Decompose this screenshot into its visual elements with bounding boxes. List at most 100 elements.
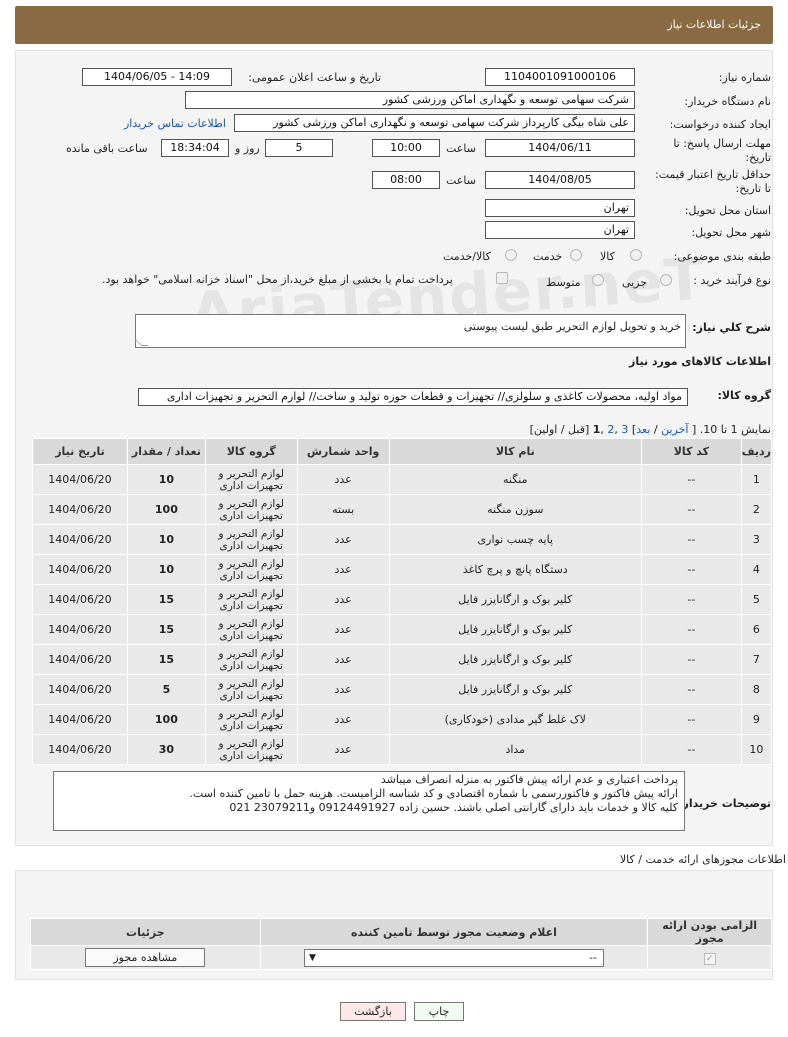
col-index: ردیف <box>740 438 773 465</box>
pagination: نمایش 1 تا 10. [ آخرین / بعد] 3 ,2 ,1 [ق… <box>529 423 771 436</box>
min-price-label-date: تا تاریخ: <box>735 182 771 195</box>
need-number-label: شماره نیاز: <box>718 71 771 84</box>
cell-name: کلیر بوک و ارگانایزر فایل <box>388 614 643 645</box>
cell-name: مداد <box>388 734 643 765</box>
cell-date: 1404/06/20 <box>32 704 128 735</box>
treasury-checkbox[interactable] <box>496 272 508 284</box>
cell-group: لوازم التحریر و تجهیزات اداری <box>204 704 298 735</box>
category-radio-goods[interactable] <box>630 249 642 261</box>
table-row: 1 -- منگنه عدد لوازم التحریر و تجهیزات اداری… <box>32 464 773 495</box>
requester-label: ایجاد کننده درخواست: <box>669 118 771 131</box>
buyer-note-line-3: کلیه کالا و خدمات باید دارای گارانتی اصل… <box>229 801 678 814</box>
back-button[interactable]: بازگشت <box>340 1002 406 1021</box>
announce-datetime-field: 1404/06/05 - 14:09 <box>82 68 232 86</box>
cell-code: -- <box>641 494 742 525</box>
cell-name: سوزن منگنه <box>388 494 643 525</box>
table-row: 8 -- کلیر بوک و ارگانایزر فایل عدد لوازم الت… <box>32 674 773 705</box>
view-permit-button[interactable]: مشاهده مجوز <box>85 948 206 967</box>
purchase-radio-minor[interactable] <box>660 274 672 286</box>
category-option-goods: کالا <box>600 250 615 263</box>
cell-unit: عدد <box>296 554 390 585</box>
buyer-note-line-1: پرداخت اعتباری و عدم ارائه پیش فاکتور به… <box>380 773 678 786</box>
cell-code: -- <box>641 524 742 555</box>
cell-unit: عدد <box>296 584 390 615</box>
min-price-time-field: 08:00 <box>372 171 440 189</box>
cell-unit: عدد <box>296 704 390 735</box>
category-radio-service[interactable] <box>570 249 582 261</box>
pagination-next[interactable]: بعد <box>636 423 650 436</box>
buyer-notes-box: پرداخت اعتباری و عدم ارائه پیش فاکتور به… <box>53 771 685 831</box>
category-option-goods-service: کالا/خدمت <box>443 250 491 263</box>
cell-group: لوازم التحریر و تجهیزات اداری <box>204 734 298 765</box>
need-number-field: 1104001091000106 <box>485 68 635 86</box>
goods-table: ردیف کد کالا نام کالا واحد شمارش گروه کا… <box>32 438 773 765</box>
cell-index: 5 <box>740 584 773 615</box>
table-row: 6 -- کلیر بوک و ارگانایزر فایل عدد لوازم الت… <box>32 614 773 645</box>
table-row: 3 -- پایه چسب نواری عدد لوازم التحریر و تجهی… <box>32 524 773 555</box>
goods-group-field: مواد اولیه، محصولات کاغذی و سلولزی// تجه… <box>138 388 688 406</box>
cell-unit: عدد <box>296 614 390 645</box>
table-row: 2 -- سوزن منگنه بسته لوازم التحریر و تجهیزات… <box>32 494 773 525</box>
buyer-org-label: نام دستگاه خریدار: <box>684 95 771 108</box>
cell-date: 1404/06/20 <box>32 614 128 645</box>
category-radio-goods-service[interactable] <box>505 249 517 261</box>
days-remaining-field: 5 <box>265 139 333 157</box>
permit-required-checkbox-icon: ✓ <box>703 952 716 965</box>
deadline-time-field: 10:00 <box>372 139 440 157</box>
cell-date: 1404/06/20 <box>32 554 128 585</box>
cell-qty: 30 <box>126 734 206 765</box>
cell-date: 1404/06/20 <box>32 494 128 525</box>
city-label: شهر محل تحویل: <box>691 226 771 239</box>
requester-field: علی شاه بیگی کارپرداز شرکت سهامی توسعه و… <box>234 114 635 132</box>
print-button[interactable]: چاپ <box>414 1002 464 1021</box>
city-field: تهران <box>485 221 635 239</box>
permit-row: ✓ -- ▼ مشاهده مجوز <box>30 945 772 970</box>
announce-label: تاریخ و ساعت اعلان عمومی: <box>248 71 381 84</box>
purchase-radio-medium[interactable] <box>592 274 604 286</box>
buyer-contact-link[interactable]: اطلاعات تماس خریدار <box>124 117 226 130</box>
cell-name: پایه چسب نواری <box>388 524 643 555</box>
pagination-prefix: نمایش 1 تا 10. [ <box>691 423 771 436</box>
desc-text: خرید و تحویل لوازم التحریر طبق لیست پیوس… <box>463 320 681 333</box>
cell-qty: 100 <box>126 494 206 525</box>
desc-textarea: خرید و تحویل لوازم التحریر طبق لیست پیوس… <box>134 314 686 348</box>
cell-index: 4 <box>740 554 773 585</box>
pagination-current: 1 <box>592 423 601 436</box>
pagination-page-3[interactable]: 3 <box>621 423 628 436</box>
permit-required-cell: ✓ <box>647 945 772 970</box>
cell-unit: عدد <box>296 674 390 705</box>
cell-name: کلیر بوک و ارگانایزر فایل <box>388 644 643 675</box>
page-title: جزئیات اطلاعات نیاز <box>667 18 761 31</box>
cell-index: 8 <box>740 674 773 705</box>
cell-name: کلیر بوک و ارگانایزر فایل <box>388 584 643 615</box>
deadline-label: مهلت ارسال پاسخ: تا <box>673 137 771 150</box>
table-row: 9 -- لاک غلط گیر مدادی (خودکاری) عدد لوازم ا… <box>32 704 773 735</box>
permit-status-value: -- <box>589 950 597 964</box>
cell-qty: 5 <box>126 674 206 705</box>
cell-index: 9 <box>740 704 773 735</box>
category-label: طبقه بندی موضوعی: <box>673 250 771 263</box>
pagination-page-2[interactable]: 2 <box>607 423 614 436</box>
deadline-time-label: ساعت <box>446 142 476 155</box>
cell-qty: 15 <box>126 584 206 615</box>
col-unit: واحد شمارش <box>296 438 390 465</box>
cell-date: 1404/06/20 <box>32 644 128 675</box>
permit-details-cell: مشاهده مجوز <box>30 945 261 970</box>
pagination-last[interactable]: آخرین <box>661 423 688 436</box>
cell-code: -- <box>641 464 742 495</box>
cell-qty: 10 <box>126 524 206 555</box>
purchase-option-minor: جزیی <box>622 276 648 289</box>
cell-date: 1404/06/20 <box>32 674 128 705</box>
buyer-org-field: شرکت سهامی توسعه و نگهداری اماکن ورزشی ک… <box>185 91 635 109</box>
remaining-label: ساعت باقی مانده <box>66 142 148 155</box>
cell-date: 1404/06/20 <box>32 464 128 495</box>
cell-code: -- <box>641 584 742 615</box>
purchase-option-medium: متوسط <box>546 276 581 289</box>
cell-index: 2 <box>740 494 773 525</box>
days-label: روز و <box>235 142 260 155</box>
permit-status-select[interactable]: -- ▼ <box>303 948 604 967</box>
cell-code: -- <box>641 734 742 765</box>
permits-table-header: الزامی بودن ارائه مجوز اعلام وضعیت مجوز … <box>30 918 772 946</box>
goods-table-header: ردیف کد کالا نام کالا واحد شمارش گروه کا… <box>32 438 773 465</box>
permit-status-cell: -- ▼ <box>259 945 649 970</box>
